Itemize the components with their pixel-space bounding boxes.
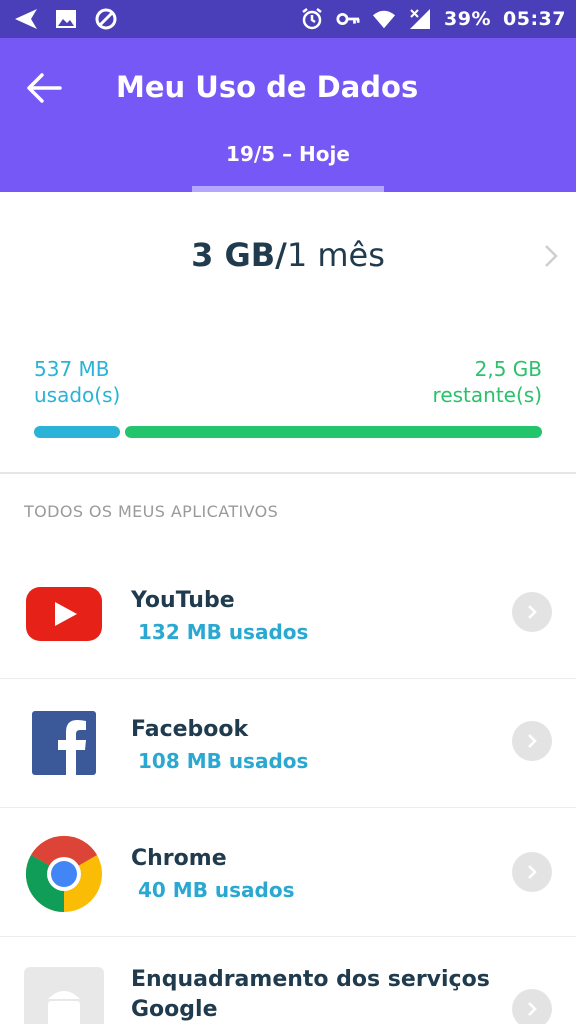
chevron-right-icon <box>512 592 552 632</box>
list-item-chrome[interactable]: Chrome 40 MB usados <box>0 808 576 937</box>
tab-period[interactable]: 19/5 – Hoje <box>192 130 384 192</box>
remaining-value: 2,5 GB <box>474 357 542 381</box>
tab-period-label: 19/5 – Hoje <box>226 142 350 166</box>
app-usage: 40 MB usados <box>138 878 295 902</box>
arrow-left-icon <box>27 73 62 103</box>
youtube-icon <box>24 574 104 654</box>
plan-summary[interactable]: 3 GB/1 mês <box>0 192 576 322</box>
plan-text: 3 GB/1 mês <box>0 236 576 274</box>
usage-summary: 537 MB usado(s) 2,5 GB restante(s) <box>0 322 576 472</box>
status-bar: 39% 05:37 <box>0 0 576 38</box>
app-name-line2: Google <box>131 997 218 1022</box>
app-usage: 132 MB usados <box>138 620 309 644</box>
shield-icon <box>94 7 118 31</box>
facebook-icon <box>24 703 104 783</box>
usage-bar-remaining <box>125 426 542 438</box>
battery-percent: 39% <box>444 8 492 30</box>
used-label: usado(s) <box>34 383 121 407</box>
app-usage: 108 MB usados <box>138 749 309 773</box>
signal-icon <box>408 7 432 31</box>
chevron-right-icon <box>512 989 552 1024</box>
clock: 05:37 <box>503 8 566 30</box>
wifi-icon <box>372 7 396 31</box>
app-name: Chrome <box>131 846 227 871</box>
list-item-google-services[interactable]: Enquadramento dos serviços Google <box>0 937 576 1024</box>
key-icon <box>336 7 360 31</box>
chrome-icon <box>24 834 104 914</box>
image-icon <box>54 7 78 31</box>
app-header: Meu Uso de Dados 19/5 – Hoje <box>0 38 576 192</box>
list-item-facebook[interactable]: Facebook 108 MB usados <box>0 679 576 808</box>
remaining-label: restante(s) <box>432 383 542 407</box>
used-value: 537 MB <box>34 357 110 381</box>
back-button[interactable] <box>20 64 68 112</box>
app-name-line1: Enquadramento dos serviços <box>131 967 490 992</box>
plan-duration: 1 mês <box>286 236 385 274</box>
chevron-right-icon <box>512 721 552 761</box>
chevron-right-icon <box>545 245 558 267</box>
alarm-icon <box>300 7 324 31</box>
list-item-youtube[interactable]: YouTube 132 MB usados <box>0 550 576 679</box>
usage-bar-used <box>34 426 120 438</box>
app-name: YouTube <box>131 588 235 613</box>
app-name: Enquadramento dos serviços Google <box>131 965 490 1024</box>
app-name: Facebook <box>131 717 249 742</box>
android-icon <box>24 967 104 1024</box>
chevron-right-icon <box>512 852 552 892</box>
section-label: TODOS OS MEUS APLICATIVOS <box>24 502 279 521</box>
page-title: Meu Uso de Dados <box>116 70 419 104</box>
send-icon <box>14 7 38 31</box>
divider <box>0 472 576 474</box>
plan-amount: 3 GB/ <box>191 236 287 274</box>
